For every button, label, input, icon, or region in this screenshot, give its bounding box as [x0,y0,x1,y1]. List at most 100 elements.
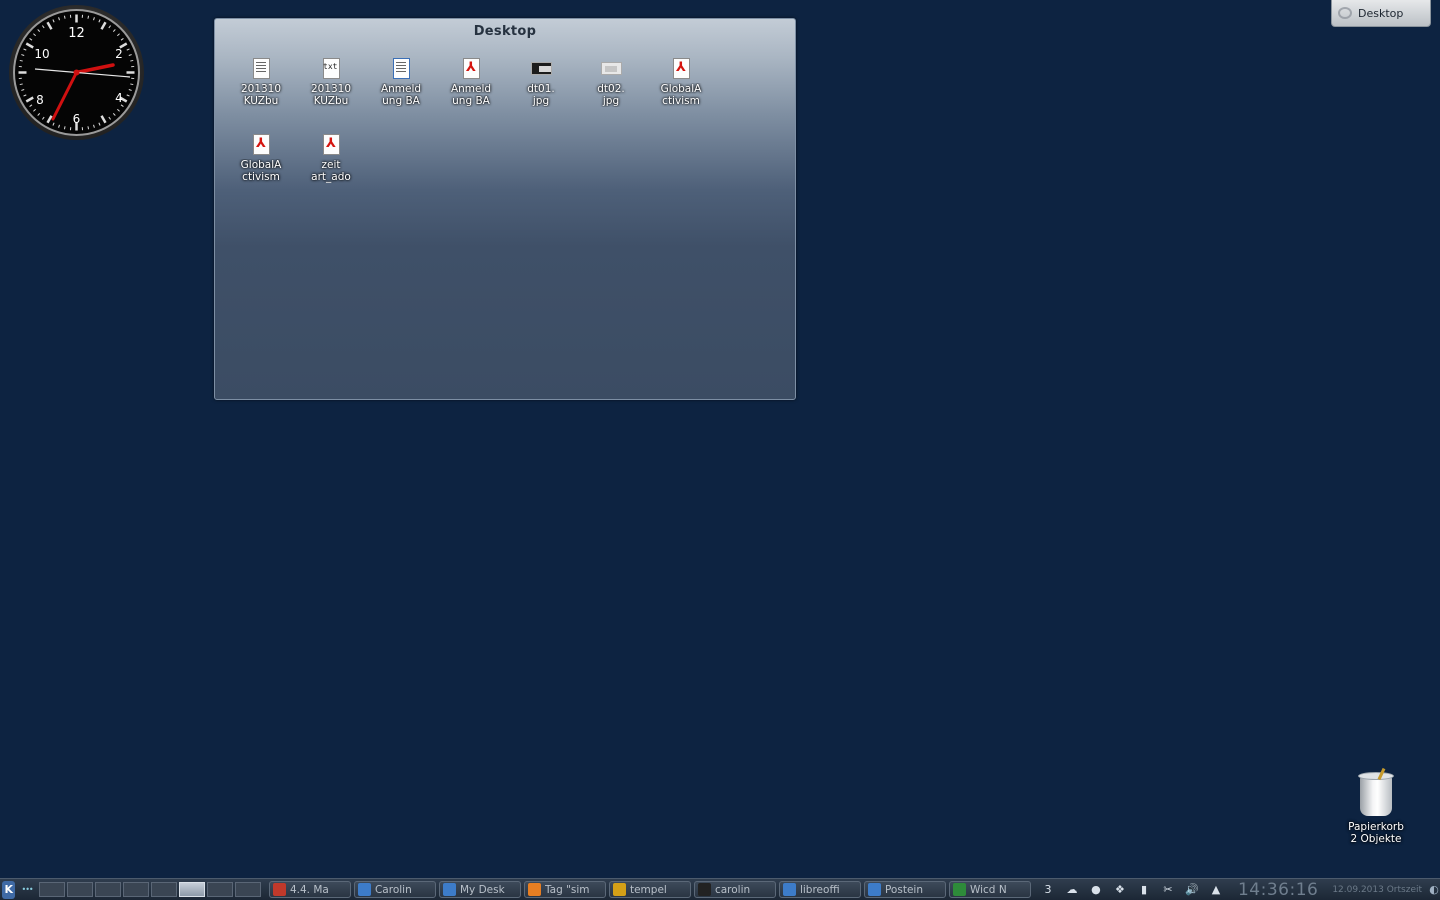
clock-tick [87,126,90,130]
digital-clock[interactable]: 14:36:16 [1238,880,1318,900]
pager-desktop[interactable] [150,882,177,897]
desktop-file-item[interactable]: dt01. jpg [513,57,569,129]
clock-tick [58,124,60,128]
task-button[interactable]: Wicd N [948,881,1031,898]
task-app-icon [272,883,286,896]
volume-icon[interactable]: 🔊 [1184,882,1200,898]
folder-view-title: Desktop [473,24,537,39]
task-app-icon [527,883,541,896]
activity-dots-icon[interactable]: ••• [21,885,34,894]
clock-center [73,69,80,76]
expand-tray-icon[interactable]: ▲ [1208,882,1224,898]
task-app-icon [867,883,881,896]
file-label-line2: ung BA [382,95,420,107]
system-tray: 3 ☁ ● ❖ ▮ ✂ 🔊 ▲ [1040,882,1232,898]
clock-tick [126,94,130,97]
pdf-icon: ⅄ [320,133,342,157]
clock-tick [63,126,66,130]
task-button[interactable]: libreoffi [778,881,861,898]
clock-numeral-10: 10 [34,47,49,61]
desktop-file-item[interactable]: txt 201310 KUZbu [303,57,359,129]
taskbar-panel: K ••• 4.4. Ma Carolin My Desk Tag "sim tempe… [0,878,1440,900]
panel-date: 12.09.2013 Ortszeit [1332,884,1423,895]
clock-tick [58,17,60,21]
analog-clock-widget: 12 2 4 6 8 10 [9,5,144,140]
clock-tick [37,113,41,116]
task-app-icon [442,883,456,896]
cashew-icon [1338,7,1352,19]
task-button[interactable]: Postein [863,881,946,898]
task-button[interactable]: Tag "sim [523,881,606,898]
battery-icon[interactable]: ▮ [1136,882,1152,898]
task-app-icon [697,883,711,896]
clock-tick [42,116,45,120]
task-label: carolin [714,883,751,896]
file-label-line2: ung BA [452,95,490,107]
clock-tick [46,115,53,124]
clock-tick [46,21,53,30]
pager-desktop[interactable] [234,882,261,897]
text-file-icon: txt [320,57,342,81]
task-button[interactable]: Carolin [353,881,436,898]
file-label-line2: jpg [532,95,550,107]
file-label-line1: zeit [321,159,341,171]
clock-tick [128,89,132,91]
updates-icon[interactable]: 3 [1040,882,1056,898]
desktop-file-item[interactable]: ⅄ zeit art_ado [303,133,359,205]
dropbox-icon[interactable]: ❖ [1112,882,1128,898]
file-label-line1: 201310 [310,83,352,95]
pager-desktop[interactable] [38,882,65,897]
desktop-file-item[interactable]: ⅄ GlobalA ctivism [233,133,289,205]
clock-tick [25,96,34,103]
image-icon [600,57,622,81]
pdf-icon: ⅄ [670,57,692,81]
pdf-icon: ⅄ [250,133,272,157]
clock-tick [98,19,101,23]
network-icon[interactable]: ☁ [1064,882,1080,898]
pager-desktop[interactable] [206,882,233,897]
application-launcher-button[interactable]: K [2,880,16,899]
desktop-toolbox-button[interactable]: Desktop [1331,0,1431,27]
trash-name: Papierkorb [1348,821,1404,833]
task-app-icon [612,883,626,896]
clock-tick [25,42,34,49]
desktop-file-item[interactable]: 201310 KUZbu [233,57,289,129]
file-label-line2: art_ado [311,171,351,183]
pager-desktop[interactable] [122,882,149,897]
folder-view-widget[interactable]: Desktop 201310 KUZbu txt 201310 KUZbu An… [214,18,796,400]
file-label-line1: Anmeld [380,83,422,95]
clock-tick [19,83,23,86]
desktop-file-item[interactable]: dt02. jpg [583,57,639,129]
desktop-file-item[interactable]: ⅄ GlobalA ctivism [653,57,709,129]
scissors-icon[interactable]: ✂ [1160,882,1176,898]
clock-tick [52,122,55,126]
image-icon [530,57,552,81]
task-button[interactable]: carolin [693,881,776,898]
virtual-desktop-pager [38,882,263,897]
clock-tick [29,38,33,41]
file-label-line2: ctivism [242,171,280,183]
pager-desktop-active[interactable] [178,882,205,897]
clock-tick [87,15,90,19]
task-label: Carolin [374,883,412,896]
clock-numeral-6: 6 [73,112,81,126]
trash-widget[interactable]: Papierkorb 2 Objekte [1336,767,1416,845]
task-button[interactable]: tempel [608,881,691,898]
desktop-file-item[interactable]: Anmeld ung BA [373,57,429,129]
document-icon [250,57,272,81]
file-label-line2: jpg [602,95,620,107]
file-label-line1: dt02. [597,83,625,95]
pager-desktop[interactable] [94,882,121,897]
task-button[interactable]: My Desk [438,881,521,898]
task-app-icon [782,883,796,896]
panel-toolbox-icon[interactable]: ◐ [1428,881,1440,899]
file-label-line1: GlobalA [240,159,282,171]
clock-numeral-2: 2 [115,47,123,61]
desktop-file-item[interactable]: ⅄ Anmeld ung BA [443,57,499,129]
task-app-icon [357,883,371,896]
recording-icon[interactable]: ● [1088,882,1104,898]
task-button[interactable]: 4.4. Ma [268,881,351,898]
pager-desktop[interactable] [66,882,93,897]
clock-tick [93,124,95,128]
clock-tick [100,115,107,124]
